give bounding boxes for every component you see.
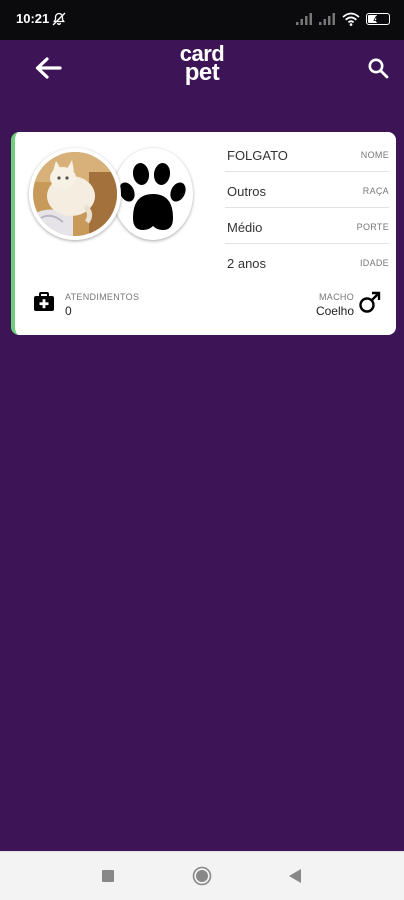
appointments-count: 0 (65, 304, 72, 318)
info-row-name: FOLGATO NOME (225, 136, 389, 172)
wifi-icon (342, 12, 360, 26)
search-icon[interactable] (366, 56, 390, 80)
recent-apps-icon (102, 870, 114, 882)
info-row-breed: Outros RAÇA (225, 172, 389, 208)
pet-breed-value: Outros (227, 184, 267, 199)
battery-icon: 40 (366, 13, 390, 25)
pet-size-label: PORTE (356, 222, 389, 232)
battery-level: 40 (373, 14, 383, 24)
info-row-size: Médio PORTE (225, 208, 389, 244)
logo-bottom-text: pet (184, 58, 220, 86)
status-bar: 10:21 40 (0, 0, 404, 40)
signal-icon-2 (319, 13, 335, 25)
recent-apps-button[interactable] (96, 864, 120, 888)
status-icons: 40 (296, 10, 390, 28)
system-nav-bar (0, 851, 404, 900)
back-arrow-icon[interactable] (34, 56, 62, 80)
pet-size-value: Médio (227, 220, 263, 235)
pet-info-list: FOLGATO NOME Outros RAÇA Médio PORTE 2 a… (225, 136, 389, 280)
info-row-age: 2 anos IDADE (225, 244, 389, 280)
pet-age-label: IDADE (359, 258, 389, 268)
app-bar: card pet (0, 40, 404, 96)
pet-photo (29, 148, 121, 240)
back-icon (289, 869, 301, 883)
pet-name-value: FOLGATO (227, 148, 288, 163)
home-button[interactable] (190, 864, 214, 888)
notification-icon (52, 12, 66, 26)
medical-kit-icon (34, 292, 54, 311)
male-icon (359, 291, 381, 313)
back-button[interactable] (283, 864, 307, 888)
appointments-label: ATENDIMENTOS (65, 292, 140, 302)
app-logo: card pet (180, 43, 225, 86)
home-icon (192, 866, 212, 886)
pet-sex-label: MACHO (319, 292, 354, 302)
pet-name-label: NOME (360, 150, 389, 160)
status-time: 10:21 (16, 11, 50, 26)
pet-card[interactable]: FOLGATO NOME Outros RAÇA Médio PORTE 2 a… (11, 132, 396, 335)
pet-species-value: Coelho (315, 304, 354, 318)
pet-breed-label: RAÇA (362, 186, 389, 196)
pet-age-value: 2 anos (227, 256, 267, 271)
signal-icon (296, 13, 312, 25)
paw-icon (113, 148, 193, 240)
